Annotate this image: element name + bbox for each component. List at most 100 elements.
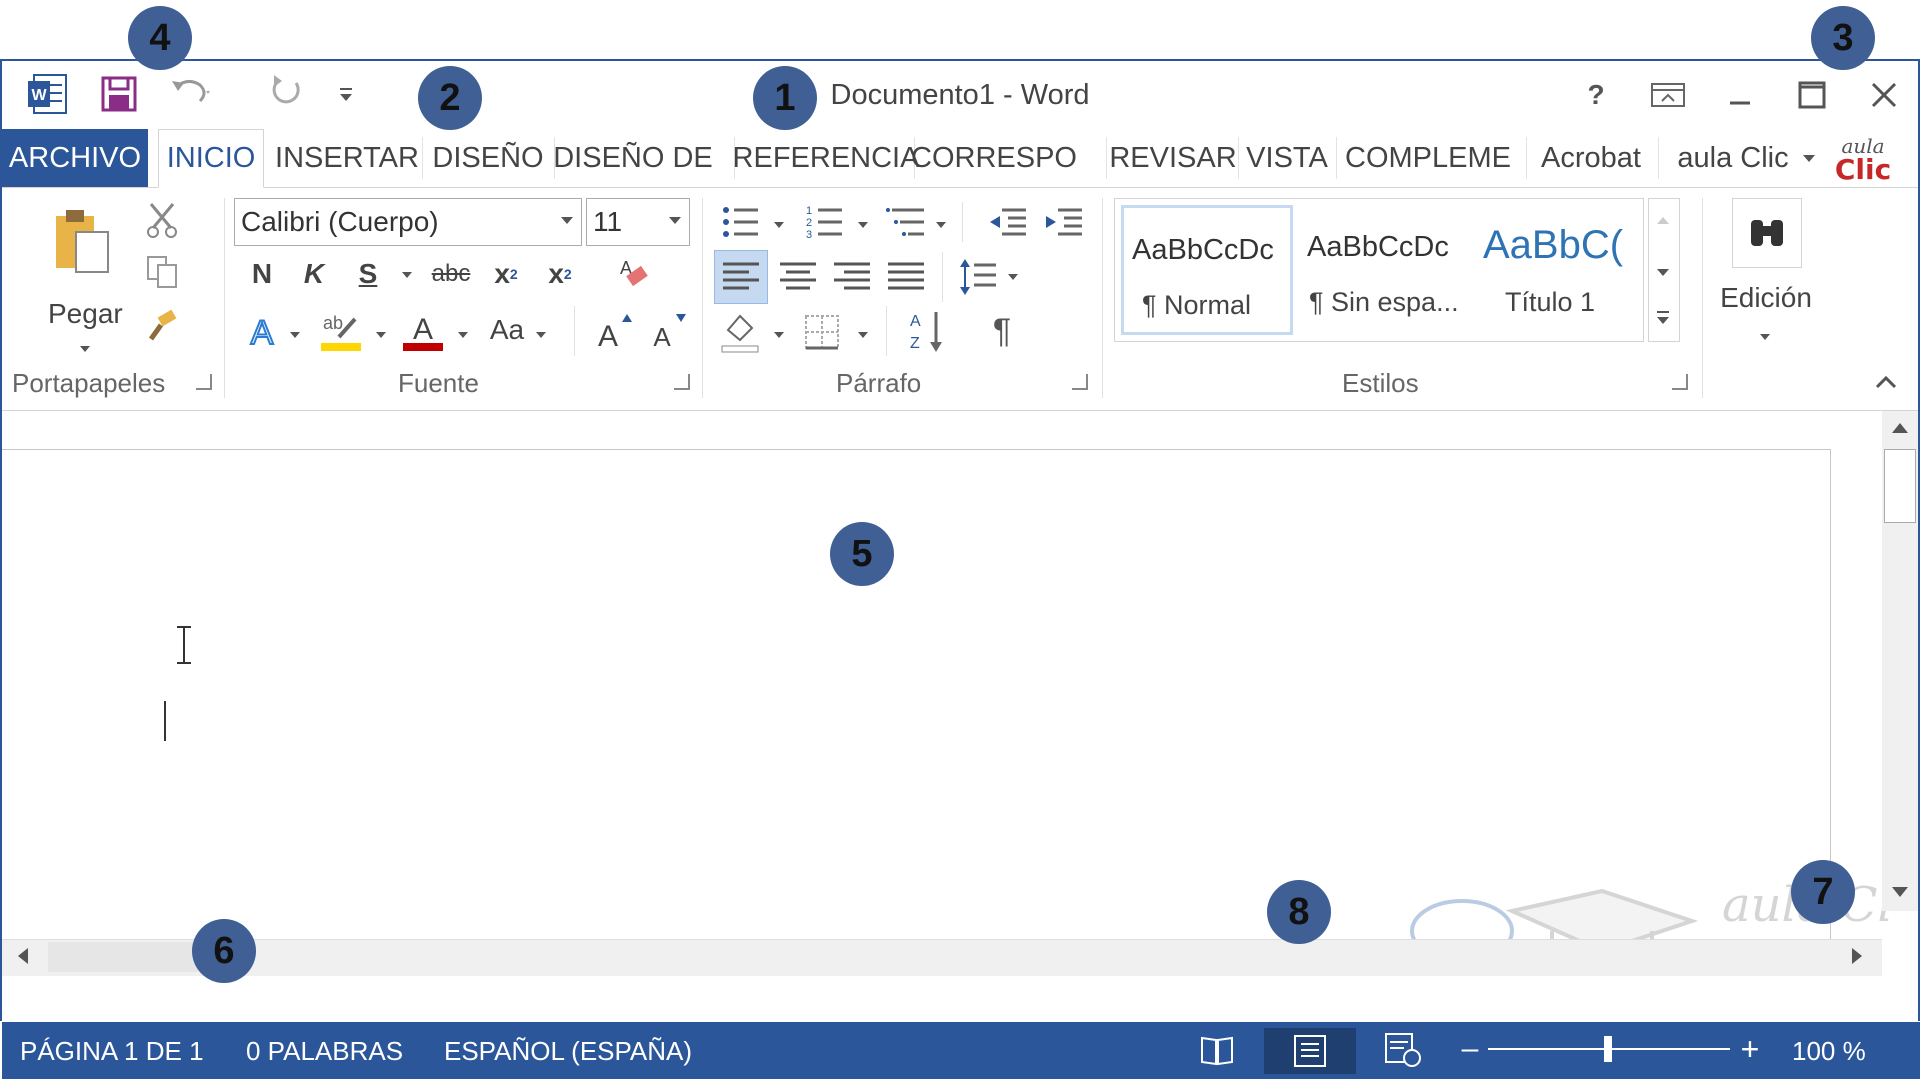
scroll-up-arrow-icon[interactable] — [1892, 423, 1908, 433]
vertical-scroll-thumb[interactable] — [1884, 449, 1916, 523]
editing-dropdown-icon — [1760, 334, 1770, 340]
tab-inicio[interactable]: INICIO — [158, 129, 264, 188]
tab-archivo[interactable]: ARCHIVO — [2, 129, 148, 187]
line-spacing-icon[interactable] — [956, 252, 1000, 302]
editing-label: Edición — [1720, 282, 1812, 313]
scroll-down-arrow-icon[interactable] — [1892, 887, 1908, 897]
user-account[interactable]: aula Clic — [1666, 129, 1826, 187]
zoom-level[interactable]: 100 % — [1792, 1036, 1866, 1067]
vertical-scrollbar[interactable] — [1882, 411, 1918, 911]
tab-compleme[interactable]: COMPLEME — [1340, 129, 1516, 187]
style-titulo-1[interactable]: AaBbC( Título 1 — [1477, 205, 1627, 335]
word-window: W Documento1 - Word ? ARCHIVO INICIO INS… — [0, 59, 1920, 1079]
bold-button[interactable]: N — [244, 254, 280, 294]
copy-icon[interactable] — [142, 252, 182, 292]
read-mode-icon[interactable] — [1200, 1034, 1234, 1066]
zoom-slider-thumb[interactable] — [1604, 1036, 1612, 1062]
zoom-out-button[interactable]: – — [1460, 1032, 1480, 1065]
ribbon-display-options-icon[interactable] — [1638, 71, 1698, 119]
borders-icon[interactable] — [800, 308, 844, 356]
increase-indent-icon[interactable] — [1042, 200, 1086, 244]
status-language[interactable]: ESPAÑOL (ESPAÑA) — [444, 1036, 692, 1067]
underline-dropdown-icon[interactable] — [402, 272, 412, 278]
tab-diseno[interactable]: DISEÑO — [426, 129, 550, 187]
font-name-combo[interactable]: Calibri (Cuerpo) — [234, 198, 582, 246]
web-layout-icon[interactable] — [1384, 1032, 1422, 1068]
font-name-dropdown-icon — [561, 217, 573, 224]
sort-icon[interactable]: AZ — [906, 306, 950, 356]
close-icon[interactable] — [1854, 71, 1914, 119]
highlight-dropdown-icon[interactable] — [376, 332, 386, 338]
collapse-ribbon-icon[interactable] — [1874, 372, 1898, 392]
callout-badge-7: 7 — [1791, 860, 1855, 924]
font-launcher-icon[interactable] — [674, 374, 690, 390]
show-hide-marks-button[interactable]: ¶ — [980, 306, 1024, 356]
change-case-dropdown-icon[interactable] — [536, 332, 546, 338]
text-effects-dropdown-icon[interactable] — [290, 332, 300, 338]
horizontal-scroll-thumb[interactable] — [48, 942, 198, 972]
borders-dropdown-icon[interactable] — [858, 332, 868, 338]
paste-button[interactable]: Pegar — [42, 198, 132, 352]
tab-insertar[interactable]: INSERTAR — [274, 129, 420, 187]
tab-referencia[interactable]: REFERENCIA — [733, 129, 920, 187]
horizontal-scrollbar[interactable] — [2, 939, 1882, 976]
multilevel-list-icon[interactable] — [884, 200, 928, 244]
bullets-dropdown-icon[interactable] — [774, 222, 784, 228]
print-layout-icon[interactable] — [1264, 1028, 1356, 1074]
maximize-icon[interactable] — [1782, 71, 1842, 119]
font-color-icon[interactable]: A — [400, 308, 446, 354]
align-center-icon[interactable] — [774, 250, 822, 304]
styles-launcher-icon[interactable] — [1672, 374, 1688, 390]
shading-dropdown-icon[interactable] — [774, 332, 784, 338]
minimize-icon[interactable] — [1710, 71, 1770, 119]
bullets-icon[interactable] — [718, 200, 762, 244]
line-spacing-dropdown-icon[interactable] — [1008, 274, 1018, 280]
clipboard-launcher-icon[interactable] — [196, 374, 212, 390]
align-left-icon[interactable] — [714, 250, 768, 304]
text-effects-icon[interactable]: A — [242, 310, 282, 354]
grow-font-icon[interactable]: A — [592, 308, 636, 352]
style-sin-espaciado[interactable]: AaBbCcDc ¶ Sin espa... — [1299, 205, 1471, 335]
strikethrough-button[interactable]: abc — [426, 254, 476, 294]
document-area[interactable]: aula Clic — [2, 411, 1920, 973]
change-case-button[interactable]: Aa — [482, 310, 532, 350]
font-size-combo[interactable]: 11 — [586, 198, 690, 246]
numbering-icon[interactable]: 123 — [802, 200, 846, 244]
italic-button[interactable]: K — [296, 254, 332, 294]
highlight-color-icon[interactable]: ab — [318, 308, 364, 354]
underline-button[interactable]: S — [350, 254, 386, 294]
align-right-icon[interactable] — [828, 250, 876, 304]
font-color-dropdown-icon[interactable] — [458, 332, 468, 338]
scroll-left-arrow-icon[interactable] — [18, 948, 28, 964]
clear-formatting-icon[interactable]: A — [612, 254, 656, 294]
decrease-indent-icon[interactable] — [986, 200, 1030, 244]
styles-scroll-up-icon[interactable] — [1657, 217, 1669, 224]
numbering-dropdown-icon[interactable] — [858, 222, 868, 228]
title-bar: W Documento1 - Word ? — [2, 61, 1918, 129]
help-icon[interactable]: ? — [1566, 71, 1626, 119]
format-painter-icon[interactable] — [142, 306, 182, 346]
tab-acrobat[interactable]: Acrobat — [1532, 129, 1650, 187]
tab-revisar[interactable]: REVISAR — [1109, 129, 1236, 187]
font-group-label: Fuente — [398, 368, 479, 398]
scroll-right-arrow-icon[interactable] — [1852, 948, 1862, 964]
editing-button[interactable]: Edición — [1716, 198, 1816, 348]
tab-diseno-de[interactable]: DISEÑO DE — [553, 129, 713, 187]
style-normal[interactable]: AaBbCcDc ¶ Normal — [1121, 205, 1293, 335]
status-page[interactable]: PÁGINA 1 DE 1 — [20, 1036, 204, 1067]
status-words[interactable]: 0 PALABRAS — [246, 1036, 403, 1067]
justify-icon[interactable] — [882, 250, 930, 304]
shading-icon[interactable] — [718, 308, 762, 356]
superscript-button[interactable]: x2 — [540, 254, 580, 294]
shrink-font-icon[interactable]: A — [646, 308, 690, 352]
tab-correspo[interactable]: CORRESPO — [911, 129, 1077, 187]
paragraph-launcher-icon[interactable] — [1072, 374, 1088, 390]
zoom-in-button[interactable]: + — [1738, 1031, 1762, 1067]
styles-scroll-down-icon[interactable] — [1657, 269, 1669, 276]
svg-text:1: 1 — [806, 205, 812, 217]
styles-more-icon[interactable] — [1657, 311, 1669, 325]
subscript-button[interactable]: x2 — [486, 254, 526, 294]
cut-icon[interactable] — [142, 200, 182, 240]
tab-vista[interactable]: VISTA — [1242, 129, 1332, 187]
multilevel-dropdown-icon[interactable] — [936, 222, 946, 228]
